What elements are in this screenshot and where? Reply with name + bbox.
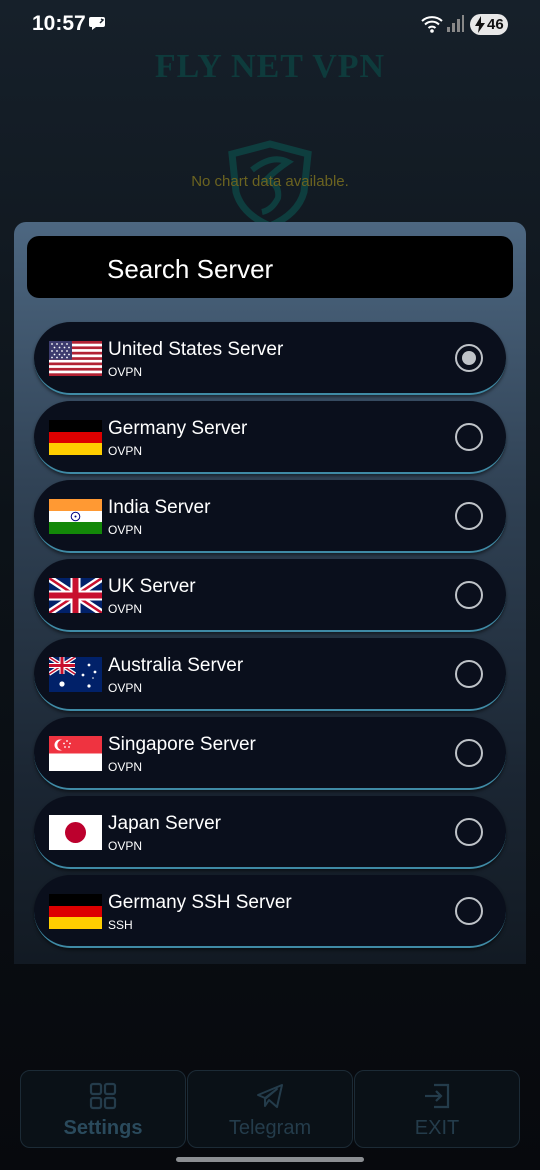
server-radio-selected[interactable] xyxy=(455,344,483,372)
server-item-india[interactable]: India Server OVPN xyxy=(34,480,506,553)
server-protocol: OVPN xyxy=(108,444,143,458)
signal-icon xyxy=(447,15,464,32)
search-server-label: Search Server xyxy=(107,254,274,284)
server-radio[interactable] xyxy=(455,581,483,609)
wifi-icon xyxy=(421,16,443,33)
home-indicator[interactable] xyxy=(176,1157,364,1162)
server-radio[interactable] xyxy=(455,897,483,925)
server-radio[interactable] xyxy=(455,423,483,451)
grid-icon xyxy=(89,1082,117,1110)
server-item-germany[interactable]: Germany Server OVPN xyxy=(34,401,506,474)
server-name: Germany Server xyxy=(108,418,248,439)
telegram-button[interactable]: Telegram xyxy=(187,1070,353,1148)
server-protocol: OVPN xyxy=(108,602,143,616)
message-notification-icon xyxy=(89,17,105,30)
status-bar: 10:57 46 xyxy=(0,0,540,52)
server-radio[interactable] xyxy=(455,660,483,688)
app-title: FLY NET VPN xyxy=(154,48,386,85)
japan-flag-icon xyxy=(49,815,102,850)
server-item-australia[interactable]: Australia Server OVPN xyxy=(34,638,506,711)
server-protocol: OVPN xyxy=(108,681,143,695)
exit-icon xyxy=(425,1083,450,1109)
telegram-label: Telegram xyxy=(228,1117,312,1139)
germany-flag-icon xyxy=(49,894,102,929)
server-name: UK Server xyxy=(108,576,196,597)
status-time: 10:57 xyxy=(32,12,86,35)
server-name: United States Server xyxy=(108,339,284,360)
server-selection-panel: Search Server United States Server OVPN … xyxy=(14,222,526,964)
server-name: Japan Server xyxy=(108,813,222,834)
singapore-flag-icon xyxy=(49,736,102,771)
battery-indicator: 46 xyxy=(470,14,508,35)
charging-bolt-icon xyxy=(475,16,485,33)
telegram-icon xyxy=(257,1084,283,1108)
server-protocol: SSH xyxy=(108,918,133,932)
server-list: United States Server OVPN Germany Server… xyxy=(34,322,506,954)
server-name: Germany SSH Server xyxy=(108,892,292,913)
settings-label: Settings xyxy=(63,1117,143,1139)
server-name: Australia Server xyxy=(108,655,244,676)
server-protocol: OVPN xyxy=(108,523,143,537)
battery-level: 46 xyxy=(487,16,504,33)
australia-flag-icon xyxy=(49,657,102,692)
server-protocol: OVPN xyxy=(108,839,143,853)
server-name: Singapore Server xyxy=(108,734,256,755)
server-radio[interactable] xyxy=(455,502,483,530)
settings-button[interactable]: Settings xyxy=(20,1070,186,1148)
search-server-field[interactable]: Search Server xyxy=(27,236,513,298)
server-item-uk[interactable]: UK Server OVPN xyxy=(34,559,506,632)
germany-flag-icon xyxy=(49,420,102,455)
server-item-singapore[interactable]: Singapore Server OVPN xyxy=(34,717,506,790)
us-flag-icon xyxy=(49,341,102,376)
server-radio[interactable] xyxy=(455,818,483,846)
server-protocol: OVPN xyxy=(108,760,143,774)
server-name: India Server xyxy=(108,497,211,518)
bottom-navigation: Settings Telegram EXIT xyxy=(20,1070,520,1148)
server-item-germany-ssh[interactable]: Germany SSH Server SSH xyxy=(34,875,506,948)
exit-label: EXIT xyxy=(414,1117,460,1139)
chart-placeholder-text: No chart data available. xyxy=(191,173,349,190)
exit-button[interactable]: EXIT xyxy=(354,1070,520,1148)
uk-flag-icon xyxy=(49,578,102,613)
server-radio[interactable] xyxy=(455,739,483,767)
server-item-us[interactable]: United States Server OVPN xyxy=(34,322,506,395)
server-item-japan[interactable]: Japan Server OVPN xyxy=(34,796,506,869)
india-flag-icon xyxy=(49,499,102,534)
server-protocol: OVPN xyxy=(108,365,143,379)
